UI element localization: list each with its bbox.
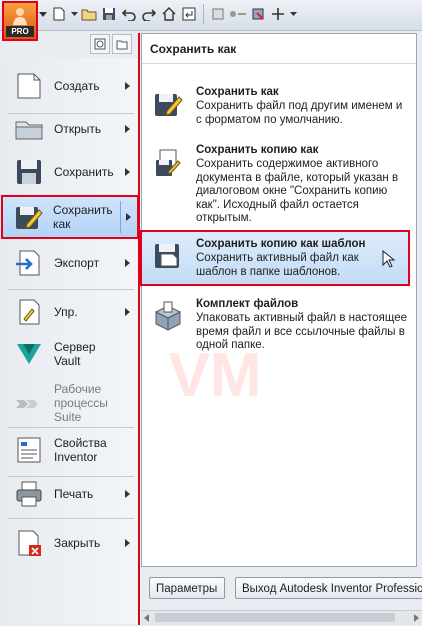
chevron-down-icon[interactable] [70,4,78,24]
menu-item-open[interactable]: Открыть [4,107,136,151]
pack-and-go-icon [154,301,182,331]
appearance-icon[interactable] [249,4,267,24]
menu-item-vault-server[interactable]: Сервер Vault [4,332,136,376]
menu-item-label: Создать [54,79,100,93]
save-icon[interactable] [100,4,118,24]
export-icon [12,246,46,280]
application-menu-left: Создать Открыть Сохранить Сохранить как … [0,58,141,624]
suite-icon [12,386,46,420]
menu-item-print[interactable]: Печать [4,472,136,516]
printer-icon [12,477,46,511]
exit-button[interactable]: Выход Autodesk Inventor Professional [235,577,422,599]
option-title: Сохранить как [196,86,279,98]
recent-open-buttons [90,34,132,54]
open-documents-icon[interactable] [112,34,132,54]
pro-badge: PRO [6,26,34,37]
save-as-icon [11,200,45,234]
floppy-icon [12,155,46,189]
menu-item-suite-workflows: Рабочие процессы Suite [4,378,136,428]
option-title: Сохранить копию как шаблон [196,238,366,250]
update-icon[interactable] [209,4,227,24]
plus-icon[interactable] [269,4,287,24]
scroll-thumb[interactable] [155,613,395,622]
menu-item-label: Печать [54,487,94,501]
option-description: Упаковать активный файл в настоящее врем… [196,312,408,351]
menu-item-label: Свойства Inventor [54,436,107,464]
menu-item-label: Сохранить как [53,203,113,231]
menu-item-label: Сервер Vault [54,340,96,368]
select-icon[interactable] [229,4,247,24]
option-title: Сохранить копию как [196,144,319,156]
mouse-cursor-icon [382,250,396,268]
menu-item-manage[interactable]: Упр. [4,290,136,334]
manage-icon [12,295,46,329]
highlight-frame [138,33,140,625]
recent-documents-icon[interactable] [90,34,110,54]
panel-divider [142,63,416,64]
save-copy-as-option[interactable]: Сохранить копию как Сохранить содержимое… [142,138,416,224]
submenu-arrow-icon [125,259,130,267]
submenu-arrow-icon [125,490,130,498]
menu-item-iproperties[interactable]: Свойства Inventor [4,428,136,472]
customize-icon[interactable] [289,4,297,24]
menu-item-new[interactable]: Создать [4,64,136,108]
menu-item-save[interactable]: Сохранить [4,150,136,194]
save-copy-as-icon [156,149,181,176]
option-description: Сохранить содержимое активного документа… [196,158,399,224]
application-menu-button[interactable]: PRO [2,1,38,41]
open-icon[interactable] [80,4,98,24]
quick-access-buttons [50,4,297,24]
save-copy-as-template-option[interactable]: Сохранить копию как шаблон Сохранить акт… [140,230,410,286]
template-icon [155,244,179,268]
home-icon[interactable] [160,4,178,24]
menu-item-label: Рабочие процессы Suite [54,382,108,424]
new-doc-icon [12,69,46,103]
pack-and-go-option[interactable]: Комплект файлов Упаковать активный файл … [142,292,416,356]
submenu-arrow-icon [125,125,130,133]
submenu-arrow-icon [125,82,130,90]
menu-item-label: Открыть [54,122,102,136]
save-as-icon [155,94,183,116]
submenu-arrow-icon [125,539,130,547]
menu-item-save-as[interactable]: Сохранить как [1,195,139,239]
options-button[interactable]: Параметры [149,577,225,599]
menu-item-label: Экспорт [54,256,100,270]
panel-title: Сохранить как [150,42,237,56]
redo-icon[interactable] [140,4,158,24]
submenu-arrow-icon[interactable] [126,213,131,221]
return-icon[interactable] [180,4,198,24]
menu-footer: Параметры Выход Autodesk Inventor Profes… [141,570,422,610]
scroll-right-icon[interactable] [414,614,419,622]
folder-icon [12,112,46,146]
option-description: Сохранить активный файл как шаблон в пап… [196,252,359,278]
horizontal-scrollbar[interactable] [141,610,422,625]
menu-item-label: Закрыть [54,536,101,550]
menu-separator [8,518,134,519]
app-menu-caret-icon [39,12,47,17]
menu-item-label: Упр. [54,305,78,319]
menu-item-export[interactable]: Экспорт [4,241,136,285]
submenu-arrow-icon [125,168,130,176]
menu-item-label: Сохранить [54,165,114,179]
submenu-arrow-icon [125,308,130,316]
new-icon[interactable] [50,4,68,24]
menu-item-close[interactable]: Закрыть [4,521,136,565]
option-title: Комплект файлов [196,298,299,310]
undo-icon[interactable] [120,4,138,24]
vault-icon [12,337,46,371]
quick-access-toolbar [0,0,422,31]
properties-icon [12,433,46,467]
toolbar-separator [203,4,204,24]
scroll-left-icon[interactable] [144,614,149,622]
inventor-logo-icon [13,8,27,25]
split-divider [120,201,121,233]
option-description: Сохранить файл под другим именем и с фор… [196,100,403,126]
close-doc-icon [12,526,46,560]
save-as-option[interactable]: Сохранить как Сохранить файл под другим … [142,80,416,134]
save-as-submenu-panel: Сохранить как Сохранить как Сохранить фа… [140,33,417,567]
